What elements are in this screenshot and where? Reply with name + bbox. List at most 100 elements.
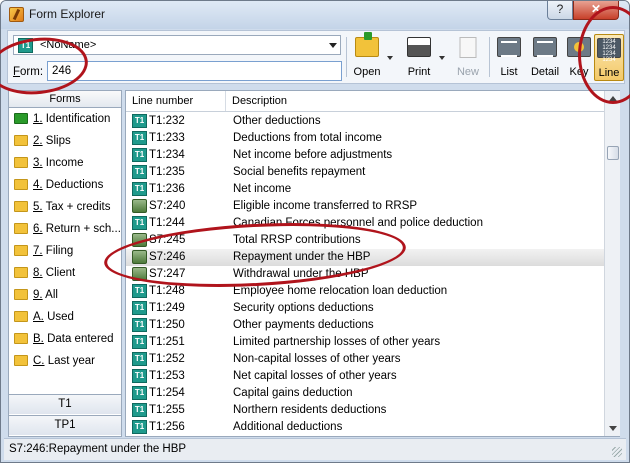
- table-row[interactable]: T1 T1:232 Other deductions: [126, 113, 604, 130]
- t1-form-icon: T1: [132, 165, 147, 179]
- table-row[interactable]: T1 T1:236 Net income: [126, 181, 604, 198]
- folder-icon: [14, 157, 28, 168]
- sidebar-item[interactable]: B. Data entered: [9, 328, 121, 350]
- scroll-up-icon[interactable]: [609, 96, 617, 101]
- s7-schedule-icon: [132, 233, 147, 247]
- line-number-cell: T1:254: [149, 387, 185, 399]
- sidebar-item-key: 9.: [33, 289, 43, 301]
- description-cell: Other payments deductions: [233, 319, 374, 331]
- sidebar-item-label: Last year: [44, 355, 95, 367]
- table-row[interactable]: T1 T1:253 Net capital losses of other year…: [126, 368, 604, 385]
- description-cell: Social benefits repayment: [233, 166, 366, 178]
- help-button[interactable]: ?: [547, 1, 573, 20]
- scroll-down-icon[interactable]: [609, 426, 617, 431]
- table-row[interactable]: T1 T1:235 Social benefits repayment: [126, 164, 604, 181]
- sidebar-item-label: All: [42, 289, 58, 301]
- key-view-icon: [567, 37, 591, 57]
- sidebar-item[interactable]: 2. Slips: [9, 130, 121, 152]
- table-row[interactable]: T1 T1:248 Employee home relocation loan de…: [126, 283, 604, 300]
- line-number-icon: 1234 1234 1234 1234: [597, 38, 621, 63]
- t1-form-icon: T1: [132, 216, 147, 230]
- table-row[interactable]: T1 T1:252 Non-capital losses of other year…: [126, 351, 604, 368]
- description-cell: Non-capital losses of other years: [233, 353, 401, 365]
- description-cell: Canadian Forces personnel and police ded…: [233, 217, 483, 229]
- sidebar-item[interactable]: 7. Filing: [9, 240, 121, 262]
- line-rows: T1 T1:232 Other deductions T1 T1:233 Deductio…: [126, 113, 604, 436]
- folder-icon: [14, 311, 28, 322]
- table-row[interactable]: T1 T1:254 Capital gains deduction: [126, 385, 604, 402]
- print-dropdown[interactable]: [437, 34, 447, 81]
- print-label: Print: [407, 66, 431, 78]
- sidebar-item-label: Used: [43, 311, 74, 323]
- form-selector-combo[interactable]: T1 <NoName>: [13, 35, 341, 55]
- tab-tp1[interactable]: TP1: [9, 415, 121, 435]
- app-icon: [9, 7, 24, 22]
- sidebar-items: 1. Identification 2. Slips 3. Income 4. Ded…: [9, 108, 121, 372]
- sidebar-item[interactable]: A. Used: [9, 306, 121, 328]
- new-button[interactable]: New: [451, 34, 485, 81]
- scroll-thumb[interactable]: [607, 146, 619, 160]
- table-row[interactable]: S7:247 Withdrawal under the HBP: [126, 266, 604, 283]
- column-header-line-number[interactable]: Line number: [126, 91, 226, 111]
- printer-icon: [407, 37, 431, 57]
- close-button[interactable]: ✕: [573, 1, 619, 20]
- t1-form-icon: T1: [132, 420, 147, 434]
- open-label: Open: [353, 66, 381, 78]
- line-number-cell: T1:249: [149, 302, 185, 314]
- list-view-button[interactable]: List: [492, 34, 526, 81]
- line-number-cell: T1:235: [149, 166, 185, 178]
- line-number-cell: T1:251: [149, 336, 185, 348]
- tab-t1[interactable]: T1: [9, 394, 121, 414]
- table-row[interactable]: T1 T1:250 Other payments deductions: [126, 317, 604, 334]
- sidebar-item-label: Client: [42, 267, 76, 279]
- description-cell: Net capital losses of other years: [233, 370, 397, 382]
- table-row[interactable]: S7:240 Eligible income transferred to RRS…: [126, 198, 604, 215]
- line-view-button[interactable]: 1234 1234 1234 1234 Line: [594, 34, 624, 81]
- column-header-description[interactable]: Description: [226, 91, 604, 111]
- sidebar-item[interactable]: 1. Identification: [9, 108, 121, 130]
- sidebar-header[interactable]: Forms: [9, 91, 121, 108]
- list-label: List: [500, 66, 518, 78]
- sidebar-item[interactable]: C. Last year: [9, 350, 121, 372]
- table-row[interactable]: T1 T1:233 Deductions from total income: [126, 130, 604, 147]
- line-number-cell: T1:244: [149, 217, 185, 229]
- sidebar-item[interactable]: 4. Deductions: [9, 174, 121, 196]
- sidebar-item[interactable]: 8. Client: [9, 262, 121, 284]
- chevron-down-icon[interactable]: [329, 43, 337, 48]
- open-button[interactable]: Open: [349, 32, 385, 81]
- sidebar-item[interactable]: 6. Return + sch...: [9, 218, 121, 240]
- sidebar-item-label: Filing: [42, 245, 74, 257]
- key-view-button[interactable]: Key: [564, 34, 594, 81]
- table-row[interactable]: T1 T1:249 Security options deductions: [126, 300, 604, 317]
- description-cell: Withdrawal under the HBP: [233, 268, 369, 280]
- table-row[interactable]: T1 T1:244 Canadian Forces personnel and po…: [126, 215, 604, 232]
- sidebar-item-label: Slips: [42, 135, 71, 147]
- detail-view-button[interactable]: Detail: [526, 34, 564, 81]
- line-number-cell: S7:246: [149, 251, 186, 263]
- table-row[interactable]: S7:245 Total RRSP contributions: [126, 232, 604, 249]
- line-number-cell: T1:236: [149, 183, 185, 195]
- folder-icon: [14, 245, 28, 256]
- sidebar-item-label: Deductions: [42, 179, 104, 191]
- form-input[interactable]: [47, 61, 342, 81]
- line-number-cell: S7:240: [149, 200, 186, 212]
- table-row[interactable]: T1 T1:234 Net income before adjustments: [126, 147, 604, 164]
- sidebar-item-label: Identification: [42, 113, 111, 125]
- description-cell: Other deductions: [233, 115, 321, 127]
- table-row[interactable]: T1 T1:255 Northern residents deductions: [126, 402, 604, 419]
- table-row[interactable]: T1 T1:256 Additional deductions: [126, 419, 604, 436]
- resize-grip-icon[interactable]: [612, 447, 622, 457]
- open-dropdown[interactable]: [385, 34, 395, 81]
- vertical-scrollbar[interactable]: [604, 91, 620, 436]
- table-row[interactable]: T1 T1:251 Limited partnership losses of ot…: [126, 334, 604, 351]
- sidebar-item-label: Tax + credits: [42, 201, 111, 213]
- line-number-cell: T1:255: [149, 404, 185, 416]
- table-row[interactable]: S7:246 Repayment under the HBP: [126, 249, 604, 266]
- sidebar-item-key: 3.: [33, 157, 43, 169]
- sidebar-item[interactable]: 5. Tax + credits: [9, 196, 121, 218]
- sidebar-item[interactable]: 3. Income: [9, 152, 121, 174]
- folder-icon: [14, 223, 28, 234]
- folder-icon: [14, 267, 28, 278]
- print-button[interactable]: Print: [401, 34, 437, 81]
- sidebar-item[interactable]: 9. All: [9, 284, 121, 306]
